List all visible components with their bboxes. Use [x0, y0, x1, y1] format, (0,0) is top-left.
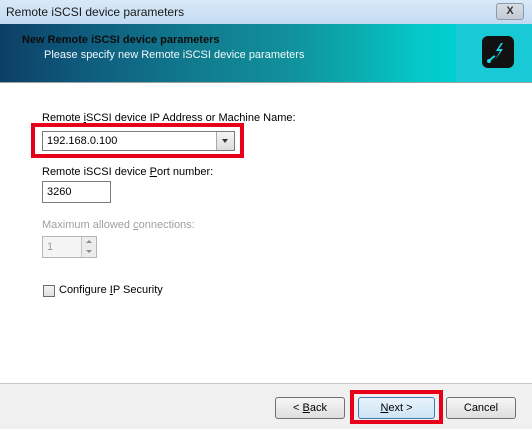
wizard-banner: New Remote iSCSI device parameters Pleas…: [0, 24, 532, 82]
close-button[interactable]: X: [496, 3, 524, 20]
ip-address-highlight-box: [31, 123, 244, 158]
dialog-window: Remote iSCSI device parameters X New Rem…: [0, 0, 532, 429]
close-icon: X: [506, 5, 514, 17]
port-number-input[interactable]: 3260: [42, 181, 111, 203]
window-title: Remote iSCSI device parameters: [6, 5, 185, 19]
next-button-highlight-box: [350, 390, 443, 424]
plug-lightning-icon: [482, 36, 514, 68]
back-button[interactable]: < Back: [275, 397, 345, 419]
max-connections-spinner: 1: [42, 236, 97, 258]
max-connections-value: 1: [47, 241, 54, 253]
title-bar[interactable]: Remote iSCSI device parameters X: [0, 0, 532, 25]
spin-down-arrow-icon: [81, 247, 96, 257]
banner-title: New Remote iSCSI device parameters: [22, 34, 220, 46]
ip-security-label[interactable]: Configure IP Security: [59, 284, 163, 296]
port-number-label: Remote iSCSI device Port number:: [42, 166, 214, 178]
wizard-content: Remote iSCSI device IP Address or Machin…: [0, 83, 532, 383]
port-number-value: 3260: [47, 186, 72, 198]
max-connections-label: Maximum allowed connections:: [42, 219, 195, 231]
footer-divider: [0, 383, 532, 384]
ip-security-checkbox[interactable]: [43, 285, 55, 297]
plug-lightning-icon-graphic: [487, 43, 503, 63]
banner-subtitle: Please specify new Remote iSCSI device p…: [44, 49, 305, 61]
cancel-button[interactable]: Cancel: [446, 397, 516, 419]
